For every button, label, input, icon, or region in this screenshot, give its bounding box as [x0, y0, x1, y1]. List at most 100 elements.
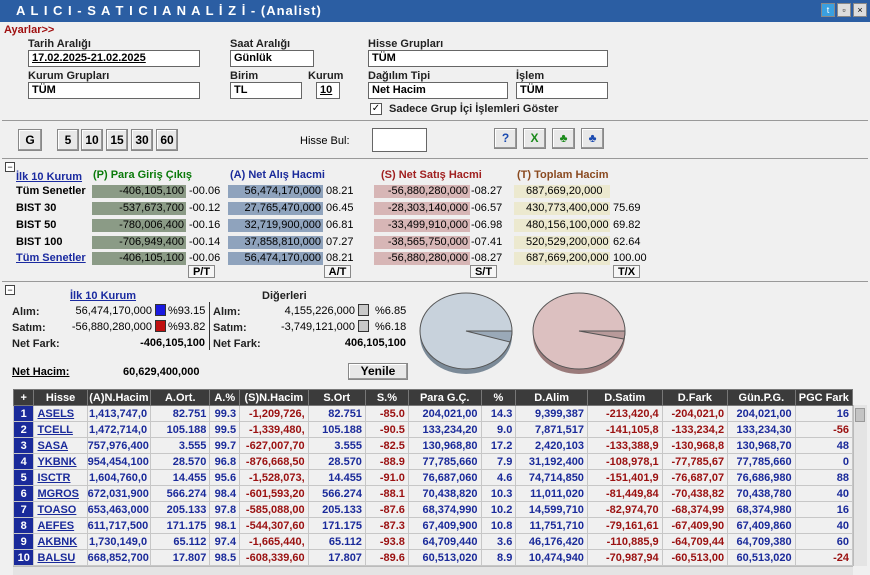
table-cell: 566.274	[150, 485, 211, 502]
d-alim-color-swatch	[358, 304, 369, 316]
column-header[interactable]: A.%	[209, 389, 241, 406]
analysis-window: A L I C I - S A T I C I A N A L İ Z İ - …	[0, 0, 870, 575]
interval-10-button[interactable]: 10	[81, 129, 103, 151]
interval-15-button[interactable]: 15	[106, 129, 128, 151]
summary-toplam-bar: 687,669,20,000	[514, 185, 610, 198]
stock-symbol-link[interactable]: ISCTR	[33, 469, 88, 486]
islem-field[interactable]: TÜM	[516, 82, 608, 99]
hisse-grup-field[interactable]: TÜM	[368, 50, 608, 67]
excel-icon[interactable]: X	[523, 128, 546, 149]
minimize-icon[interactable]: ▫	[837, 3, 851, 17]
window-title: A L I C I - S A T I C I A N A L İ Z İ - …	[16, 3, 322, 18]
table-cell: 31,192,400	[515, 453, 588, 470]
column-header[interactable]: A.Ort.	[150, 389, 211, 406]
tarih-field[interactable]: 17.02.2025-21.02.2025	[28, 50, 200, 67]
table-cell: -151,401,9	[586, 469, 663, 486]
stock-symbol-link[interactable]: YKBNK	[33, 453, 88, 470]
column-header[interactable]: D.Fark	[661, 389, 729, 406]
table-cell: 3.555	[150, 437, 211, 454]
stock-symbol-link[interactable]: AKBNK	[33, 533, 88, 550]
sadece-checkbox[interactable]: ✓	[370, 103, 382, 115]
summary-alis-pct: 07.27	[326, 236, 354, 248]
stock-symbol-link[interactable]: AEFES	[33, 517, 88, 534]
kurum-field[interactable]: 10	[316, 82, 340, 99]
scroll-thumb[interactable]	[855, 408, 865, 422]
stock-symbol-link[interactable]: TCELL	[33, 421, 88, 438]
ilk10-link[interactable]: İlk 10 Kurum	[16, 171, 82, 183]
pt-button[interactable]: P/T	[188, 265, 215, 278]
stock-symbol-link[interactable]: ASELS	[33, 405, 88, 422]
window-title-bar: A L I C I - S A T I C I A N A L İ Z İ - …	[0, 0, 870, 22]
hisse-bul-label: Hisse Bul:	[300, 135, 350, 147]
birim-field[interactable]: TL	[230, 82, 302, 99]
yenile-button[interactable]: Yenile	[348, 363, 408, 380]
table-cell: 40	[794, 517, 854, 534]
table-row[interactable]: 6 MGROS 672,031,900 566.274 98.4 -601,593,20 5…	[12, 485, 854, 502]
hisse-bul-input[interactable]	[372, 128, 427, 152]
dagilim-field[interactable]: Net Hacim	[368, 82, 508, 99]
stock-symbol-link[interactable]: TOASO	[33, 501, 88, 518]
table-cell: 76,687,060	[407, 469, 482, 486]
group-users-icon[interactable]: ♣	[581, 128, 604, 149]
summary-toplam-pct: 69.82	[613, 219, 641, 231]
column-header[interactable]: D.Satim	[586, 389, 663, 406]
column-header[interactable]: %	[480, 389, 517, 406]
table-row[interactable]: 10 BALSU 668,852,700 17.807 98.5 -608,339,60 1…	[12, 549, 854, 566]
column-header[interactable]: PGC Fark	[794, 389, 854, 406]
st-button[interactable]: S/T	[470, 265, 497, 278]
column-header[interactable]: Para G.Ç.	[407, 389, 482, 406]
horizontal-scrollbar[interactable]	[13, 566, 853, 575]
table-row[interactable]: 2 TCELL 1,472,714,0 105.188 99.5 -1,339,480, 1…	[12, 421, 854, 438]
at-button[interactable]: A/T	[324, 265, 351, 278]
twitter-icon[interactable]: t	[821, 3, 835, 17]
summary-toplam-bar: 480,156,100,000	[514, 219, 610, 232]
row-index: 1	[12, 405, 35, 422]
g-button[interactable]: G	[18, 129, 42, 151]
column-header[interactable]: +	[12, 389, 35, 406]
summary-toplam-bar: 430,773,400,000	[514, 202, 610, 215]
interval-5-button[interactable]: 5	[57, 129, 79, 151]
table-row[interactable]: 7 TOASO 653,463,000 205.133 97.8 -585,088,00 2…	[12, 501, 854, 518]
table-row[interactable]: 5 ISCTR 1,604,760,0 14.455 95.6 -1,528,073, 14…	[12, 469, 854, 486]
column-header[interactable]: D.Alim	[515, 389, 588, 406]
column-header[interactable]: Gün.P.G.	[727, 389, 796, 406]
table-cell: 611,717,500	[86, 517, 152, 534]
d-satim-value: -3,749,121,000	[280, 321, 355, 333]
column-header[interactable]: S.%	[364, 389, 409, 406]
table-row[interactable]: 8 AEFES 611,717,500 171.175 98.1 -544,307,60 1…	[12, 517, 854, 534]
table-row[interactable]: 9 AKBNK 1,730,149,0 65.112 97.4 -1,665,440, 65…	[12, 533, 854, 550]
column-header[interactable]: Hisse	[33, 389, 88, 406]
saat-field[interactable]: Günlük	[230, 50, 314, 67]
column-header[interactable]: (S)N.Hacim	[239, 389, 309, 406]
summary-row-label[interactable]: Tüm Senetler	[16, 252, 86, 264]
interval-60-button[interactable]: 60	[156, 129, 178, 151]
table-cell: 2,420,103	[515, 437, 588, 454]
column-header[interactable]: S.Ort	[307, 389, 366, 406]
close-icon[interactable]: ×	[853, 3, 867, 17]
table-row[interactable]: 4 YKBNK 954,454,100 28.570 96.8 -876,668,50 28…	[12, 453, 854, 470]
table-row[interactable]: 1 ASELS 1,413,747,0 82.751 99.3 -1,209,726, 82…	[12, 405, 854, 422]
stock-symbol-link[interactable]: SASA	[33, 437, 88, 454]
collapse-summary-icon[interactable]: −	[5, 162, 15, 172]
table-cell: 105.188	[307, 421, 366, 438]
kurum-ilk10-link[interactable]: İlk 10 Kurum	[70, 290, 136, 302]
stock-symbol-link[interactable]: MGROS	[33, 485, 88, 502]
table-cell: 82.751	[307, 405, 366, 422]
column-header[interactable]: (A)N.Hacim	[86, 389, 152, 406]
table-cell: -133,234,2	[661, 421, 729, 438]
summary-satis-pct: -08.27	[471, 185, 503, 197]
table-cell: -108,978,1	[586, 453, 663, 470]
tx-button[interactable]: T/X	[613, 265, 640, 278]
collapse-kurum-icon[interactable]: −	[5, 285, 15, 295]
interval-30-button[interactable]: 30	[131, 129, 153, 151]
kurum-grup-field[interactable]: TÜM	[28, 82, 200, 99]
saat-label: Saat Aralığı	[230, 38, 291, 50]
table-cell: 68,374,990	[407, 501, 482, 518]
table-row[interactable]: 3 SASA 757,976,400 3.555 99.7 -627,007,70 3.55…	[12, 437, 854, 454]
ayarlar-link[interactable]: Ayarlar>>	[4, 24, 54, 36]
vertical-scrollbar[interactable]	[853, 405, 867, 566]
stock-symbol-link[interactable]: BALSU	[33, 549, 88, 566]
help-icon[interactable]: ?	[494, 128, 517, 149]
group-add-icon[interactable]: ♣	[552, 128, 575, 149]
satim-value: -56,880,280,000	[71, 321, 152, 333]
